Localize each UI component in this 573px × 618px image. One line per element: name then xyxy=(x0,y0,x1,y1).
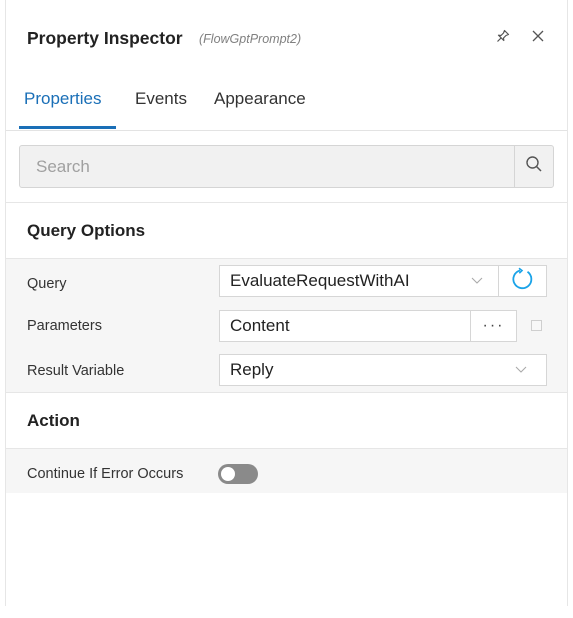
action-group: Continue If Error Occurs xyxy=(6,449,567,493)
active-tab-indicator xyxy=(19,126,116,129)
search-button[interactable] xyxy=(514,146,553,187)
tab-properties[interactable]: Properties xyxy=(24,89,101,109)
result-variable-value: Reply xyxy=(230,360,274,379)
parameters-label: Parameters xyxy=(27,318,102,334)
toggle-knob xyxy=(221,467,235,481)
continue-if-error-toggle[interactable] xyxy=(218,464,258,484)
search-icon xyxy=(525,155,543,178)
panel-header: Property Inspector (FlowGptPrompt2) xyxy=(6,0,567,78)
pin-icon[interactable] xyxy=(493,26,513,46)
section-title: Action xyxy=(27,411,80,430)
section-title: Query Options xyxy=(27,221,146,240)
result-variable-select[interactable]: Reply xyxy=(219,354,547,386)
query-select[interactable]: EvaluateRequestWithAI xyxy=(219,265,499,297)
parameters-value: Content xyxy=(230,316,290,335)
parameters-checkbox[interactable] xyxy=(531,320,542,331)
property-inspector-panel: Property Inspector (FlowGptPrompt2) Prop… xyxy=(5,0,568,606)
refresh-icon xyxy=(511,267,535,296)
tab-events[interactable]: Events xyxy=(135,89,187,109)
close-icon[interactable] xyxy=(528,26,548,46)
tab-bar: Properties Events Appearance xyxy=(6,78,567,131)
refresh-button[interactable] xyxy=(498,265,547,297)
chevron-down-icon xyxy=(462,266,492,296)
panel-title: Property Inspector xyxy=(27,28,183,48)
parameters-input[interactable]: Content xyxy=(219,310,471,342)
tab-appearance[interactable]: Appearance xyxy=(214,89,306,109)
query-options-group: Query EvaluateRequestWithAI Parameters C… xyxy=(6,259,567,392)
section-query-options: Query Options xyxy=(6,203,567,258)
search-box xyxy=(19,145,554,188)
parameters-ellipsis-button[interactable]: ··· xyxy=(470,310,517,342)
continue-if-error-label: Continue If Error Occurs xyxy=(27,466,184,482)
panel-subtitle: (FlowGptPrompt2) xyxy=(199,32,302,46)
query-label: Query xyxy=(27,276,67,292)
chevron-down-icon xyxy=(506,355,536,385)
section-action: Action xyxy=(6,393,567,448)
result-variable-label: Result Variable xyxy=(27,363,125,379)
search-input[interactable] xyxy=(20,146,508,187)
query-value: EvaluateRequestWithAI xyxy=(230,271,410,290)
